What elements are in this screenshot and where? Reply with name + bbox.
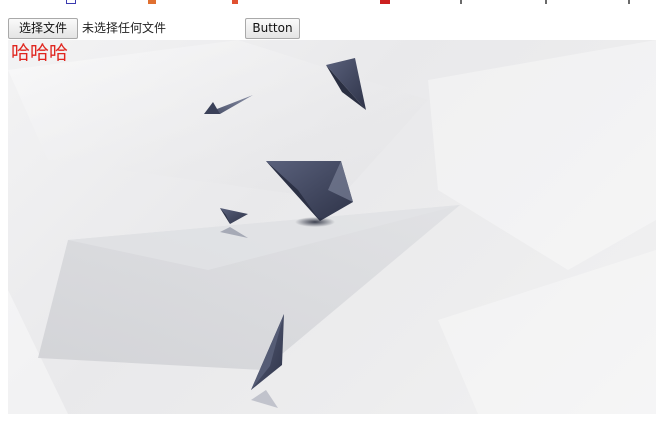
geometric-shards-illustration — [8, 40, 656, 414]
toolbar: 选择文件 未选择任何文件 Button — [8, 18, 648, 40]
shard-shadow — [295, 217, 335, 227]
tab-icon-fragment — [66, 0, 76, 4]
choose-file-button[interactable]: 选择文件 — [8, 18, 78, 39]
tab-divider — [545, 0, 547, 4]
background-image: 哈哈哈 — [8, 40, 656, 414]
tab-divider — [628, 0, 630, 4]
shard — [220, 208, 248, 224]
background-facet — [8, 40, 428, 200]
overlay-text: 哈哈哈 — [11, 42, 69, 64]
tab-icon-fragment — [148, 0, 156, 4]
background-facet — [428, 40, 656, 270]
file-status-text: 未选择任何文件 — [82, 21, 167, 35]
background-facet — [438, 250, 656, 414]
tab-icon-fragment — [232, 0, 238, 4]
tab-icon-fragment — [380, 0, 390, 4]
browser-chrome-remnant — [0, 0, 656, 8]
shard-reflection — [251, 390, 278, 408]
tab-divider — [460, 0, 462, 4]
button[interactable]: Button — [245, 18, 300, 39]
